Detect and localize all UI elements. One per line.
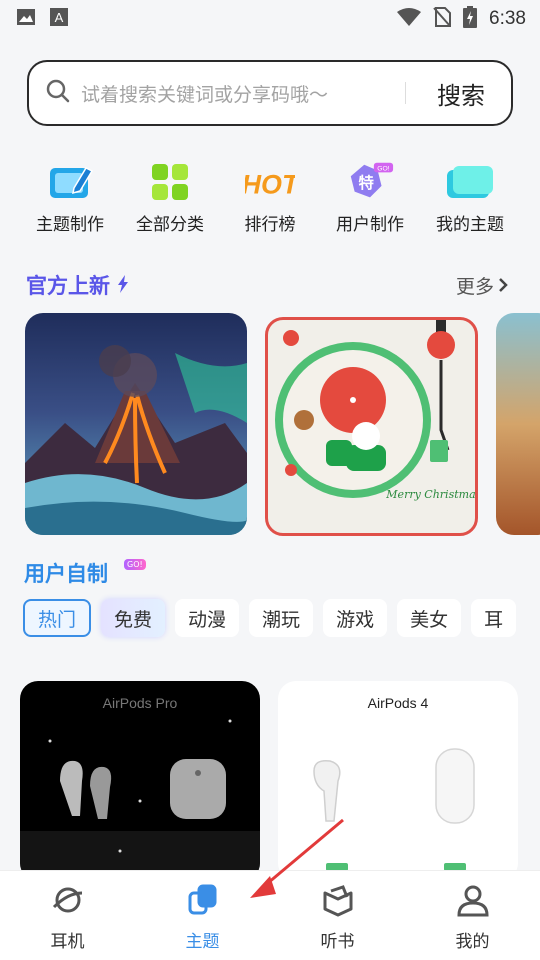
more-link[interactable]: 更多	[456, 272, 508, 299]
search-input[interactable]: 试着搜索关键词或分享码哦～	[81, 80, 328, 107]
shortcut-label: 用户制作	[336, 215, 404, 235]
airpods-4-illustration	[313, 748, 475, 871]
chip-games[interactable]: 游戏	[323, 599, 388, 637]
bottom-nav: 耳机 主题 听书 我的	[0, 870, 540, 960]
lightning-icon	[117, 274, 129, 298]
svg-text:GO!: GO!	[377, 165, 389, 172]
search-box[interactable]: 试着搜索关键词或分享码哦～ 搜索	[27, 60, 513, 126]
product-title: AirPods 4	[367, 695, 429, 711]
no-sim-icon	[433, 7, 452, 31]
shortcut-label: 我的主题	[436, 215, 504, 235]
chevron-right-icon	[498, 275, 508, 297]
my-theme-icon	[445, 160, 495, 204]
shortcut-row: 主题制作 全部分类 HOT 排行榜 特GO! 用户制作 我的主题	[20, 160, 520, 235]
theme-edit-icon	[45, 160, 95, 204]
svg-text:Merry Christmas!: Merry Christmas!	[385, 488, 475, 501]
hot-icon: HOT	[245, 160, 295, 204]
category-chip-row: 热门 免费 动漫 潮玩 游戏 美女 耳	[23, 599, 517, 637]
shortcut-label: 主题制作	[36, 215, 104, 235]
svg-text:A: A	[55, 10, 64, 25]
chip-free[interactable]: 免费	[101, 599, 166, 637]
search-button[interactable]: 搜索	[437, 76, 485, 111]
volcano-illustration	[25, 345, 247, 535]
chip-beauty[interactable]: 美女	[397, 599, 462, 637]
wifi-icon	[397, 8, 422, 30]
person-icon	[456, 883, 490, 921]
theme-cards-icon	[186, 883, 220, 921]
chip-hot[interactable]: 热门	[23, 599, 92, 637]
official-new-title: 官方上新	[26, 270, 129, 300]
nav-audiobooks[interactable]: 听书	[270, 871, 405, 960]
nav-label: 听书	[320, 932, 355, 952]
chip-trendy-toys[interactable]: 潮玩	[249, 599, 314, 637]
volcano-theme-card[interactable]	[25, 313, 247, 535]
status-bar: A 6:38	[0, 0, 540, 38]
shortcut-my-themes[interactable]: 我的主题	[420, 160, 520, 235]
airpods-pro-card[interactable]: AirPods Pro	[20, 681, 260, 881]
nav-profile[interactable]: 我的	[405, 871, 540, 960]
shortcut-theme-maker[interactable]: 主题制作	[20, 160, 120, 235]
record-player-illustration: Merry Christmas!	[275, 320, 475, 501]
svg-text:HOT: HOT	[245, 170, 295, 200]
svg-text:特: 特	[358, 173, 374, 192]
chip-anime[interactable]: 动漫	[175, 599, 240, 637]
chip-earphones[interactable]: 耳	[471, 599, 517, 637]
product-title: AirPods Pro	[102, 695, 178, 711]
category-grid-icon	[145, 160, 195, 204]
search-icon	[45, 78, 71, 108]
shortcut-all-categories[interactable]: 全部分类	[120, 160, 220, 235]
shortcut-ranking[interactable]: HOT 排行榜	[220, 160, 320, 235]
search-divider	[405, 82, 406, 104]
shortcut-label: 全部分类	[136, 215, 204, 235]
nav-label: 主题	[185, 932, 220, 952]
earphone-planet-icon	[51, 883, 85, 921]
nav-earphones[interactable]: 耳机	[0, 871, 135, 960]
battery-charging-icon	[463, 6, 478, 32]
go-badge: GO!	[124, 559, 146, 570]
nav-themes[interactable]: 主题	[135, 871, 270, 960]
font-app-icon: A	[50, 8, 68, 30]
nav-label: 耳机	[50, 932, 85, 952]
airpods-pro-illustration	[20, 719, 260, 871]
gallery-icon	[16, 8, 36, 30]
user-made-icon: 特 GO!	[345, 160, 395, 204]
shortcut-label: 排行榜	[244, 215, 296, 235]
christmas-theme-card[interactable]: Merry Christmas!	[265, 317, 478, 536]
airpods-4-card[interactable]: AirPods 4	[278, 681, 518, 881]
status-time: 6:38	[489, 8, 526, 29]
nav-label: 我的	[455, 932, 490, 952]
partial-theme-card[interactable]	[496, 313, 540, 535]
book-icon	[321, 883, 355, 921]
user-made-title: 用户自制	[24, 562, 108, 586]
shortcut-user-made[interactable]: 特 GO! 用户制作	[320, 160, 420, 235]
